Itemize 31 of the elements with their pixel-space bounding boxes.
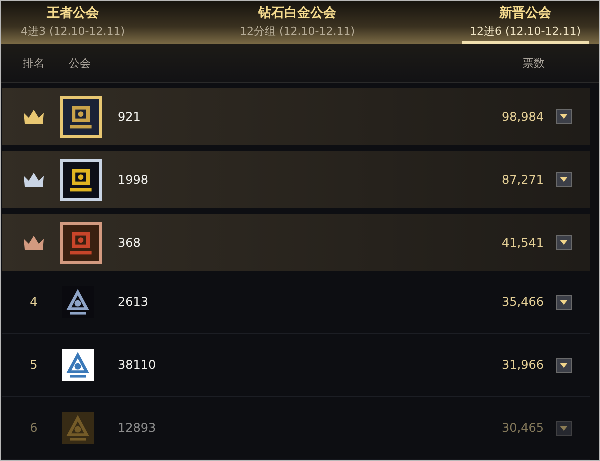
caret-icon bbox=[560, 362, 568, 368]
rank-number: 5 bbox=[30, 358, 38, 372]
rank-number: 6 bbox=[30, 421, 38, 435]
guild-name: 12893 bbox=[118, 421, 158, 435]
dropdown-button[interactable] bbox=[556, 358, 572, 372]
guild-name: 368 bbox=[118, 236, 142, 250]
vote-count: 31,966 bbox=[502, 358, 544, 372]
guild-name: 38110 bbox=[118, 358, 158, 372]
tab[interactable]: 王者公会 4进3 (12.10-12.11) bbox=[13, 1, 134, 44]
rank-number: 4 bbox=[30, 295, 38, 309]
tab[interactable]: 钻石白金公会 12分组 (12.10-12.11) bbox=[232, 1, 364, 44]
vote-count: 41,541 bbox=[502, 236, 544, 250]
caret-icon bbox=[560, 426, 568, 430]
column-header: 票数 bbox=[523, 56, 545, 71]
vote-count: 30,465 bbox=[502, 421, 544, 435]
dropdown-button[interactable] bbox=[556, 294, 572, 310]
dropdown-button[interactable] bbox=[556, 235, 572, 250]
dropdown-button[interactable] bbox=[556, 109, 572, 124]
caret-icon bbox=[560, 240, 568, 245]
caret-icon bbox=[560, 300, 568, 304]
column-header: 公会 bbox=[69, 56, 92, 71]
guild-name: 1998 bbox=[118, 172, 150, 186]
caret-icon bbox=[560, 114, 568, 119]
guild-name: 921 bbox=[118, 110, 142, 124]
vote-count: 87,271 bbox=[502, 172, 544, 186]
caret-icon bbox=[560, 177, 568, 182]
dropdown-button[interactable] bbox=[556, 172, 572, 187]
column-header: 排名 bbox=[23, 56, 46, 71]
guild-name: 2613 bbox=[118, 295, 150, 309]
vote-count: 35,466 bbox=[502, 295, 544, 309]
vote-count: 98,984 bbox=[502, 110, 544, 124]
